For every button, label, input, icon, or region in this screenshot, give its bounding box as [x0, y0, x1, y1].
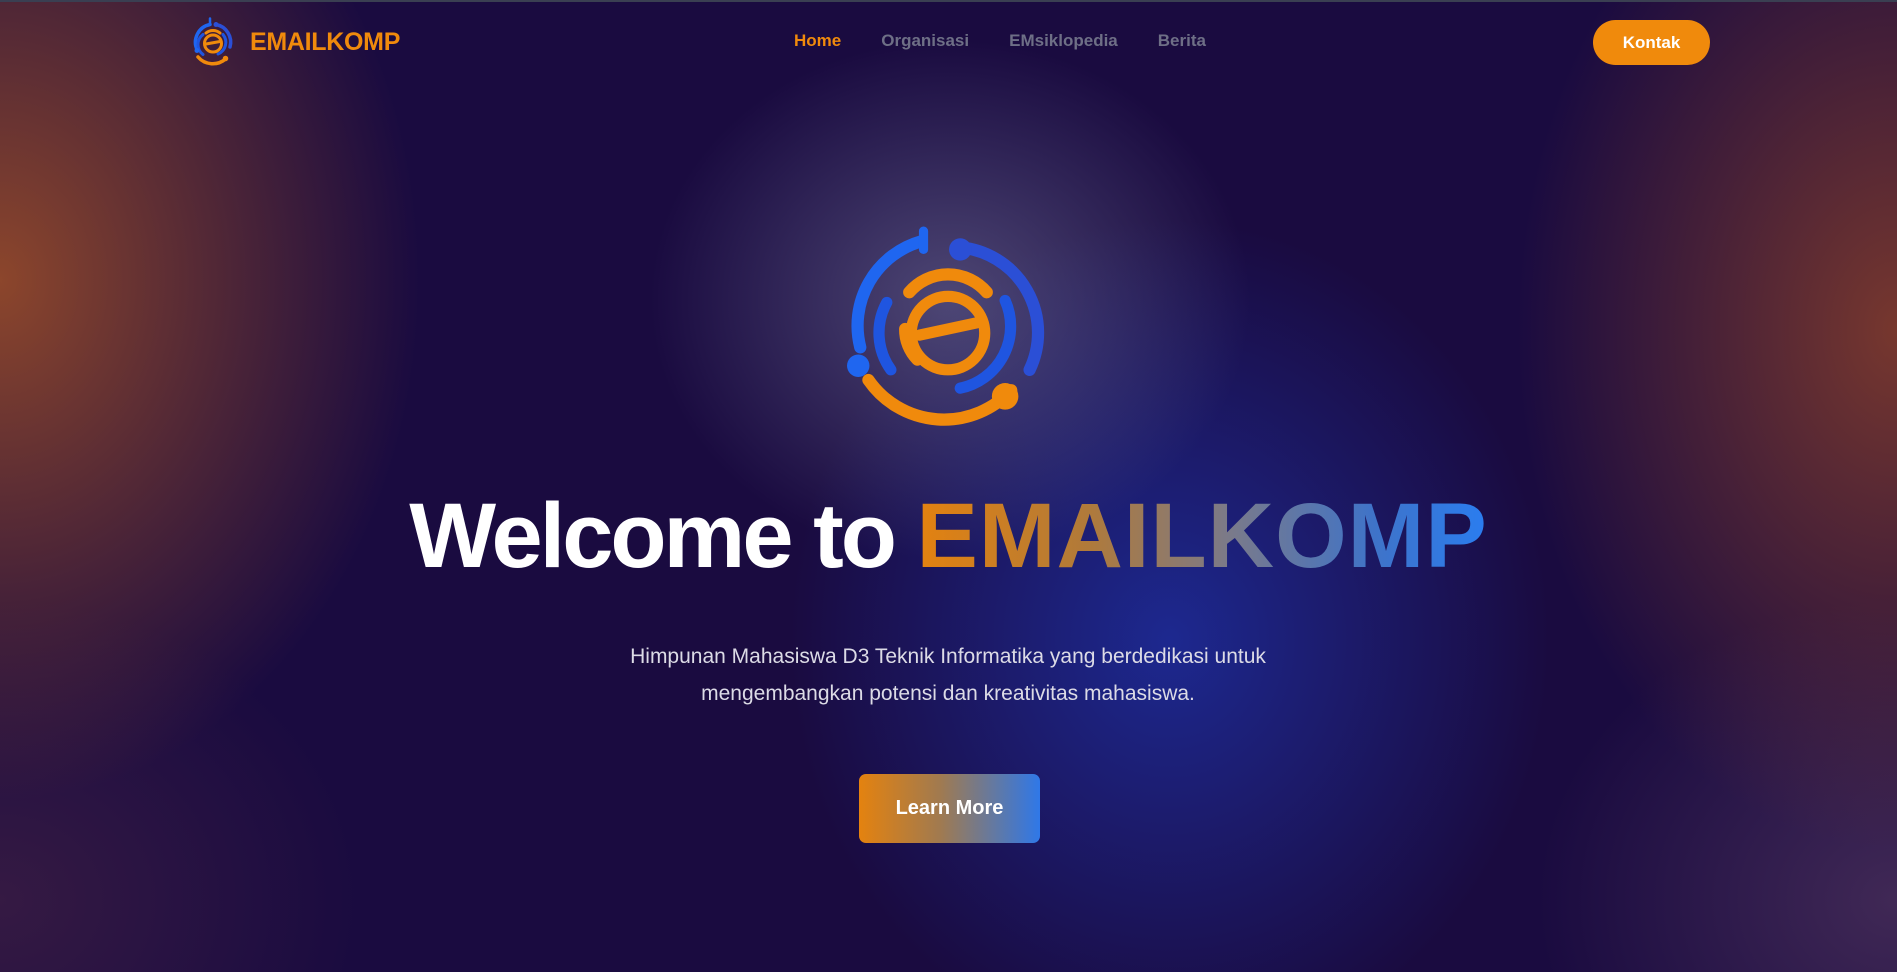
contact-button[interactable]: Kontak [1593, 20, 1710, 65]
hero-title-accent: EMAILKOMP [916, 485, 1488, 587]
emailkomp-logo-icon [847, 226, 1045, 426]
learn-more-button[interactable]: Learn More [859, 774, 1040, 843]
hero-subtitle-line2: mengembangkan potensi dan kreativitas ma… [701, 682, 1195, 705]
navbar: EMAILKOMP Home Organisasi EMsiklopedia B… [0, 0, 1897, 84]
nav-item-home[interactable]: Home [794, 31, 841, 51]
page: EMAILKOMP Home Organisasi EMsiklopedia B… [0, 0, 1897, 972]
nav-item-emsiklopedia[interactable]: EMsiklopedia [1009, 31, 1118, 51]
brand-name: EMAILKOMP [250, 27, 401, 56]
hero-title: Welcome to EMAILKOMP [0, 480, 1897, 592]
nav-menu: Home Organisasi EMsiklopedia Berita [794, 31, 1206, 51]
emailkomp-logo-icon [193, 17, 233, 66]
hero-subtitle: Himpunan Mahasiswa D3 Teknik Informatika… [548, 638, 1348, 712]
nav-item-berita[interactable]: Berita [1158, 31, 1206, 51]
hero-title-prefix: Welcome to [409, 485, 917, 587]
brand[interactable]: EMAILKOMP [188, 16, 400, 68]
hero-subtitle-line1: Himpunan Mahasiswa D3 Teknik Informatika… [630, 645, 1266, 668]
nav-item-organisasi[interactable]: Organisasi [881, 31, 969, 51]
